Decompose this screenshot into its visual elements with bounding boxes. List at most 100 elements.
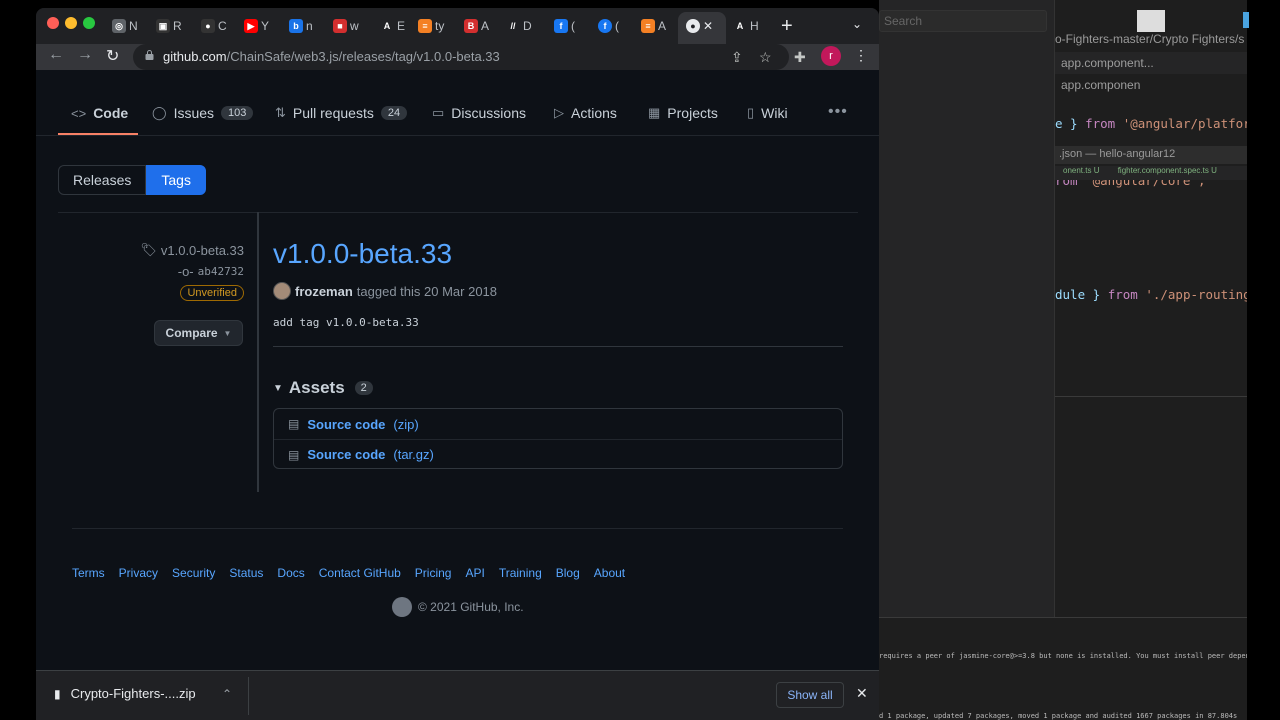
forward-icon[interactable]: →	[77, 46, 93, 64]
discussion-icon: ▭	[432, 105, 445, 120]
tab[interactable]: ◎ N	[112, 16, 138, 36]
footer-link[interactable]: Training	[499, 566, 542, 580]
show-all-button[interactable]: Show all	[776, 682, 844, 708]
footer-link[interactable]: Status	[229, 566, 263, 580]
footer-link[interactable]: Security	[172, 566, 215, 580]
tab-label: ty	[435, 19, 445, 33]
dock-indicator	[1243, 12, 1249, 28]
editor-file-title: .json — hello-angular12	[1055, 146, 1247, 164]
release-title[interactable]: v1.0.0-beta.33	[273, 238, 843, 270]
tab[interactable]: A H	[733, 16, 759, 36]
tab-search-icon[interactable]: ⌄	[852, 17, 862, 31]
font-icon: A	[380, 19, 394, 33]
profile-avatar[interactable]: r	[821, 46, 841, 66]
author-link[interactable]: frozeman	[295, 284, 353, 299]
divider	[58, 212, 858, 213]
browser-menu-icon[interactable]: ⋮	[854, 47, 868, 64]
youtube-icon: ▶	[244, 19, 258, 33]
counter-badge: 24	[380, 106, 408, 120]
assets-toggle[interactable]: ▼ Assets 2	[273, 378, 373, 398]
tab-actions[interactable]: ▷ Actions	[554, 105, 617, 121]
footer-link[interactable]: Pricing	[415, 566, 452, 580]
tab-label: Actions	[571, 105, 617, 121]
footer-link[interactable]: Privacy	[119, 566, 158, 580]
close-window-button[interactable]	[47, 17, 59, 29]
url-text[interactable]: github.com/ChainSafe/web3.js/releases/ta…	[163, 49, 500, 64]
chevron-up-icon[interactable]: ⌃	[222, 687, 232, 701]
tab-issues[interactable]: ◯ Issues 103	[152, 105, 254, 121]
minimize-window-button[interactable]	[65, 17, 77, 29]
footer-link[interactable]: Docs	[277, 566, 304, 580]
assets-heading: Assets	[288, 378, 345, 397]
extensions-icon[interactable]: ✚	[794, 49, 806, 66]
back-icon[interactable]: ←	[48, 46, 64, 64]
file-zip-icon: ▤	[288, 417, 300, 431]
tab[interactable]: //D	[506, 16, 532, 36]
tab-projects[interactable]: ▦ Projects	[648, 105, 718, 121]
address-bar[interactable]: github.com/ChainSafe/web3.js/releases/ta…	[133, 44, 789, 70]
tab-label: Code	[93, 105, 129, 121]
repo-nav: <> Code ◯ Issues 103 ⇅ Pull requests 24 ▭ Discuss…	[36, 70, 879, 136]
compare-button[interactable]: Compare ▼	[154, 320, 243, 346]
share-icon[interactable]: ⇪	[731, 49, 743, 66]
bookmark-star-icon[interactable]: ☆	[759, 49, 772, 66]
counter-badge: 103	[221, 106, 254, 120]
close-icon[interactable]: ✕	[856, 685, 868, 702]
commit-link[interactable]: -o- ab42732	[58, 264, 244, 279]
asset-item[interactable]: ▤ Source code (tar.gz)	[274, 439, 842, 469]
tab[interactable]: f(	[598, 16, 619, 36]
commit-icon: -o-	[177, 264, 194, 279]
tab-github-active[interactable]: ● ✕	[686, 16, 713, 36]
editor-search-field[interactable]: Search	[879, 10, 1047, 32]
tab-discussions[interactable]: ▭ Discussions	[432, 105, 526, 121]
tab[interactable]: ■ w	[333, 16, 359, 36]
tab[interactable]: BA	[464, 16, 489, 36]
editor-tab[interactable]: app.component...	[1055, 52, 1160, 74]
tab-label: R	[173, 19, 182, 33]
tag-message: add tag v1.0.0-beta.33	[273, 316, 419, 329]
footer-link[interactable]: Terms	[72, 566, 105, 580]
release-sidebar: 🏷︎ v1.0.0-beta.33 -o- ab42732 Unverified	[58, 242, 244, 301]
close-tab-icon[interactable]: ✕	[703, 19, 713, 33]
download-item[interactable]: ▮ Crypto-Fighters-....zip	[54, 686, 196, 701]
tags-button[interactable]: Tags	[146, 165, 206, 195]
tab[interactable]: ▶ Y	[244, 16, 269, 36]
editor-tabbar: app.component... app.componen	[1055, 52, 1247, 92]
editor-file-tab[interactable]: onent.ts U	[1055, 166, 1107, 175]
footer-link[interactable]: About	[594, 566, 625, 580]
tab[interactable]: ≡ ty	[418, 16, 444, 36]
editor-file-tab[interactable]: fighter.component.spec.ts U	[1110, 166, 1225, 175]
tab-pull-requests[interactable]: ⇅ Pull requests 24	[275, 105, 408, 121]
tab[interactable]: AE	[380, 16, 405, 36]
footer-link[interactable]: API	[465, 566, 484, 580]
tab-label: n	[306, 19, 313, 33]
terminal-line: d 1 package, updated 7 packages, moved 1…	[879, 712, 1238, 720]
timeline-line	[257, 212, 259, 492]
maximize-window-button[interactable]	[83, 17, 95, 29]
more-icon[interactable]: •••	[828, 103, 848, 121]
terminal-panel: requires a peer of jasmine-core@>=3.8 bu…	[879, 617, 1247, 720]
tab-label: w	[350, 19, 359, 33]
new-tab-button[interactable]: +	[781, 15, 793, 38]
tab[interactable]: ▣ R	[156, 16, 182, 36]
tab-label: A	[481, 19, 490, 33]
author-avatar[interactable]	[273, 282, 291, 300]
asset-item[interactable]: ▤ Source code (zip)	[274, 409, 842, 439]
tab[interactable]: bn	[289, 16, 313, 36]
footer-link[interactable]: Contact GitHub	[319, 566, 401, 580]
releases-button[interactable]: Releases	[58, 165, 147, 195]
tab[interactable]: f(	[554, 16, 575, 36]
reload-icon[interactable]: ↻	[106, 46, 119, 66]
triangle-down-icon: ▼	[273, 382, 283, 394]
desktop-edge	[1243, 0, 1280, 720]
footer-link[interactable]: Blog	[556, 566, 580, 580]
unverified-badge[interactable]: Unverified	[180, 285, 244, 301]
tab-wiki[interactable]: ▯ Wiki	[747, 105, 788, 121]
tab[interactable]: ● C	[201, 16, 227, 36]
github-logo-icon[interactable]	[392, 597, 412, 617]
tab-code[interactable]: <> Code	[71, 105, 128, 121]
stack-icon: ≡	[418, 19, 432, 33]
tag-link[interactable]: 🏷︎ v1.0.0-beta.33	[58, 242, 244, 258]
actions-icon: ▷	[554, 105, 564, 120]
